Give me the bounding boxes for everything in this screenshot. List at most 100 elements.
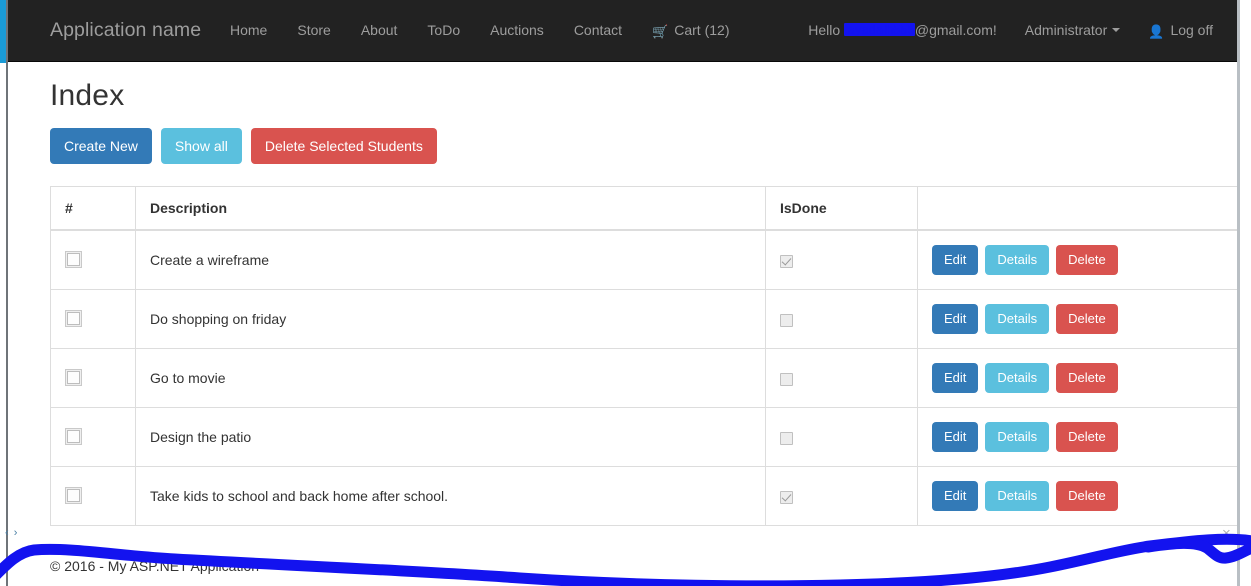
close-icon[interactable]: × [1222, 526, 1231, 541]
page-footer: © 2016 - My ASP.NET Application [8, 526, 1237, 576]
isdone-checkbox-checked [780, 254, 793, 268]
checkbox-box-icon [67, 371, 80, 384]
delete-button[interactable]: Delete [1056, 245, 1118, 275]
table-row: Go to movie Edit Details Delete [50, 348, 1251, 408]
chevron-down-icon [1112, 28, 1121, 32]
table-header-row: # Description IsDone [50, 186, 1251, 231]
cell-actions: Edit Details Delete [917, 229, 1251, 290]
page-frame-right-outer [1240, 0, 1251, 586]
table-row: Do shopping on friday Edit Details Delete [50, 289, 1251, 349]
edit-button[interactable]: Edit [932, 304, 979, 334]
cell-select [50, 229, 136, 290]
delete-button[interactable]: Delete [1056, 304, 1118, 334]
logoff-label: Log off [1170, 22, 1213, 38]
create-new-button[interactable]: Create New [50, 128, 152, 164]
column-header-select: # [50, 186, 136, 231]
delete-button[interactable]: Delete [1056, 422, 1118, 452]
brand-application-name[interactable]: Application name [50, 16, 201, 44]
table-row: Design the patio Edit Details Delete [50, 407, 1251, 467]
details-button[interactable]: Details [985, 304, 1050, 334]
column-header-description: Description [135, 186, 766, 231]
browser-viewport: Application name Home Store About ToDo A… [0, 0, 1251, 586]
nav-item-auctions[interactable]: Auctions [475, 17, 559, 43]
user-icon: 👤 [1148, 24, 1165, 39]
nav-item-store[interactable]: Store [282, 17, 345, 43]
nav-item-about[interactable]: About [346, 17, 413, 43]
edit-button[interactable]: Edit [932, 363, 979, 393]
nav-item-contact[interactable]: Contact [559, 17, 637, 43]
column-header-isdone: IsDone [765, 186, 918, 231]
cell-description: Create a wireframe [135, 229, 766, 290]
isdone-checkbox-checked [780, 490, 793, 504]
row-action-group: Edit Details Delete [932, 361, 1251, 395]
cell-actions: Edit Details Delete [917, 466, 1251, 526]
delete-selected-students-button[interactable]: Delete Selected Students [250, 128, 437, 164]
nav-item-todo[interactable]: ToDo [412, 17, 475, 43]
page-container: Index Create New Show all Delete Selecte… [8, 62, 1251, 576]
edit-button[interactable]: Edit [932, 422, 979, 452]
page-action-buttons: Create New Show all Delete Selected Stud… [8, 122, 1237, 164]
todo-table-head: # Description IsDone [50, 186, 1251, 231]
cell-isdone [765, 229, 918, 290]
role-dropdown-administrator[interactable]: Administrator [1011, 17, 1134, 43]
delete-button[interactable]: Delete [1056, 481, 1118, 511]
checkbox-box-icon [67, 489, 80, 502]
cell-select [50, 289, 136, 349]
redacted-email-local-part: tayadalh555 [844, 23, 915, 36]
row-select-checkbox[interactable] [65, 428, 82, 445]
todo-table: # Description IsDone Create a wireframe E… [50, 186, 1251, 526]
cell-isdone [765, 289, 918, 349]
cell-isdone [765, 348, 918, 408]
logoff-link[interactable]: 👤 Log off [1134, 17, 1227, 45]
row-select-checkbox[interactable] [65, 310, 82, 327]
row-select-checkbox[interactable] [65, 487, 82, 504]
greeting-prefix: Hello [808, 22, 845, 38]
details-button[interactable]: Details [985, 422, 1050, 452]
checkbox-box-icon [67, 253, 80, 266]
nav-item-cart-label: Cart (12) [674, 22, 730, 38]
row-action-group: Edit Details Delete [932, 420, 1251, 454]
user-nav: Hello tayadalh555@gmail.com! Administrat… [794, 17, 1227, 45]
edit-button[interactable]: Edit [932, 481, 979, 511]
row-action-group: Edit Details Delete [932, 243, 1251, 277]
prev-next-marker[interactable]: ‹ › [5, 527, 18, 539]
cell-select [50, 407, 136, 467]
greeting-user-email[interactable]: Hello tayadalh555@gmail.com! [794, 17, 1011, 43]
isdone-checkbox-unchecked [780, 431, 793, 445]
cell-actions: Edit Details Delete [917, 407, 1251, 467]
checkbox-box-icon [67, 430, 80, 443]
row-select-checkbox[interactable] [65, 369, 82, 386]
cell-description: Design the patio [135, 407, 766, 467]
edit-button[interactable]: Edit [932, 245, 979, 275]
table-row: Create a wireframe Edit Details Delete [50, 229, 1251, 290]
page-title: Index [50, 79, 125, 112]
cell-select [50, 466, 136, 526]
row-action-group: Edit Details Delete [932, 302, 1251, 336]
todo-table-body: Create a wireframe Edit Details Delete Do sh… [50, 229, 1251, 526]
cell-isdone [765, 407, 918, 467]
nav-item-home[interactable]: Home [215, 17, 282, 43]
cell-description: Go to movie [135, 348, 766, 408]
column-header-actions [917, 186, 1251, 231]
delete-button[interactable]: Delete [1056, 363, 1118, 393]
table-row: Take kids to school and back home after … [50, 466, 1251, 526]
todo-table-wrapper: # Description IsDone Create a wireframe E… [8, 164, 1251, 526]
isdone-checkbox-unchecked [780, 313, 793, 327]
top-navbar: Application name Home Store About ToDo A… [8, 0, 1237, 62]
checkbox-box-icon [67, 312, 80, 325]
details-button[interactable]: Details [985, 245, 1050, 275]
greeting-suffix: @gmail.com! [914, 22, 997, 38]
details-button[interactable]: Details [985, 481, 1050, 511]
role-dropdown-label: Administrator [1024, 22, 1108, 38]
nav-item-cart[interactable]: 🛒 Cart (12) [637, 17, 744, 45]
details-button[interactable]: Details [985, 363, 1050, 393]
cell-actions: Edit Details Delete [917, 348, 1251, 408]
shopping-cart-icon: 🛒 [652, 24, 669, 39]
show-all-button[interactable]: Show all [160, 128, 242, 164]
cell-select [50, 348, 136, 408]
cell-actions: Edit Details Delete [917, 289, 1251, 349]
row-select-checkbox[interactable] [65, 251, 82, 268]
primary-nav: Home Store About ToDo Auctions Contact 🛒… [215, 17, 744, 45]
cell-isdone [765, 466, 918, 526]
cell-description: Take kids to school and back home after … [135, 466, 766, 526]
